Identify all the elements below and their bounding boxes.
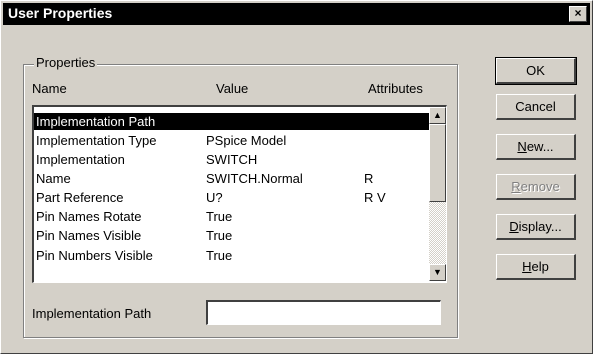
title-bar[interactable]: User Properties × bbox=[3, 3, 590, 25]
display-button[interactable]: Display... bbox=[496, 214, 576, 240]
scroll-up-button[interactable]: ▲ bbox=[429, 107, 446, 124]
display-button-label: isplay... bbox=[518, 219, 562, 234]
list-row[interactable]: Pin Names Rotate True bbox=[34, 208, 434, 225]
row-attributes: R bbox=[364, 171, 374, 186]
help-button[interactable]: Help bbox=[496, 254, 576, 280]
ok-button[interactable]: OK bbox=[495, 57, 577, 85]
scroll-thumb[interactable] bbox=[429, 124, 446, 202]
row-name: Pin Names Rotate bbox=[36, 209, 142, 224]
row-name: Name bbox=[36, 171, 71, 186]
remove-button: Remove bbox=[496, 174, 576, 200]
close-icon: × bbox=[574, 6, 582, 20]
list-row[interactable]: Implementation Path bbox=[34, 113, 434, 130]
implementation-path-input[interactable] bbox=[206, 300, 441, 325]
up-arrow-icon: ▲ bbox=[433, 110, 442, 120]
list-row[interactable]: Implementation SWITCH bbox=[34, 151, 434, 168]
column-header-name: Name bbox=[32, 81, 67, 96]
new-button-mnemonic: N bbox=[517, 139, 527, 154]
new-button[interactable]: New... bbox=[496, 134, 576, 160]
list-row[interactable]: Pin Numbers Visible True bbox=[34, 247, 434, 264]
list-row[interactable]: Part Reference U? R V bbox=[34, 189, 434, 206]
remove-button-mnemonic: R bbox=[511, 179, 521, 194]
close-button[interactable]: × bbox=[569, 6, 587, 22]
cancel-button-label: Cancel bbox=[515, 99, 556, 114]
row-value: True bbox=[206, 209, 233, 224]
help-button-mnemonic: H bbox=[522, 259, 532, 274]
remove-button-label: emove bbox=[520, 179, 560, 194]
down-arrow-icon: ▼ bbox=[433, 267, 442, 277]
user-properties-dialog: User Properties × Properties Name Value … bbox=[0, 0, 593, 354]
row-value: PSpice Model bbox=[206, 133, 287, 148]
row-attributes: R V bbox=[364, 190, 386, 205]
row-value: SWITCH.Normal bbox=[206, 171, 303, 186]
row-value: U? bbox=[206, 190, 223, 205]
list-row[interactable]: Pin Names Visible True bbox=[34, 227, 434, 244]
list-row[interactable]: Name SWITCH.Normal R bbox=[34, 170, 434, 187]
list-row[interactable]: Implementation Type PSpice Model bbox=[34, 132, 434, 149]
row-name: Implementation Type bbox=[36, 133, 157, 148]
help-button-label: elp bbox=[531, 259, 549, 274]
column-header-attributes: Attributes bbox=[368, 81, 423, 96]
row-value: True bbox=[206, 248, 233, 263]
row-value: True bbox=[206, 228, 233, 243]
properties-list[interactable]: Implementation Path Implementation Type … bbox=[32, 105, 447, 283]
row-name: Part Reference bbox=[36, 190, 124, 205]
implementation-path-label: Implementation Path bbox=[32, 306, 152, 321]
properties-group-label: Properties bbox=[34, 55, 98, 70]
new-button-label: ew... bbox=[526, 139, 554, 154]
row-name: Pin Names Visible bbox=[36, 228, 142, 243]
row-name: Implementation bbox=[36, 152, 125, 167]
ok-button-label: OK bbox=[526, 63, 545, 78]
display-button-mnemonic: D bbox=[509, 219, 519, 234]
scroll-down-button[interactable]: ▼ bbox=[429, 264, 446, 281]
window-title: User Properties bbox=[8, 5, 113, 21]
cancel-button[interactable]: Cancel bbox=[496, 94, 576, 120]
column-header-value: Value bbox=[216, 81, 249, 96]
row-value: SWITCH bbox=[206, 152, 258, 167]
vertical-scrollbar[interactable]: ▲ ▼ bbox=[429, 107, 446, 281]
row-name: Pin Numbers Visible bbox=[36, 248, 153, 263]
row-name: Implementation Path bbox=[36, 114, 156, 129]
